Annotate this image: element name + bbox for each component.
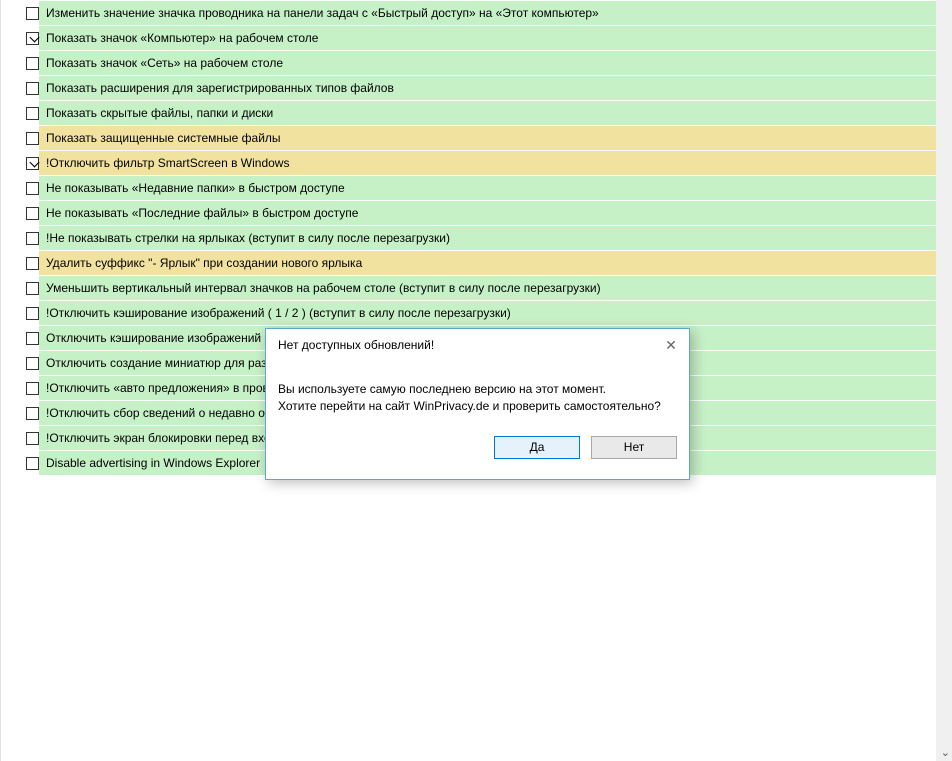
scrollbar-track[interactable] — [936, 0, 952, 761]
option-row: !Отключить фильтр SmartScreen в Windows — [9, 151, 944, 175]
option-checkbox[interactable] — [26, 32, 39, 45]
option-label[interactable]: Показать защищенные системные файлы — [39, 126, 944, 150]
option-row: Показать расширения для зарегистрированн… — [9, 76, 944, 100]
option-checkbox[interactable] — [26, 407, 39, 420]
option-row: Уменьшить вертикальный интервал значков … — [9, 276, 944, 300]
option-label[interactable]: Изменить значение значка проводника на п… — [39, 1, 944, 25]
option-checkbox[interactable] — [26, 382, 39, 395]
option-row: !Отключить кэширование изображений ( 1 /… — [9, 301, 944, 325]
dialog-title-text: Нет доступных обновлений! — [278, 338, 434, 352]
option-checkbox[interactable] — [26, 282, 39, 295]
option-label[interactable]: Показать расширения для зарегистрированн… — [39, 76, 944, 100]
option-label[interactable]: Уменьшить вертикальный интервал значков … — [39, 276, 944, 300]
option-label[interactable]: Удалить суффикс "- Ярлык" при создании н… — [39, 251, 944, 275]
option-checkbox[interactable] — [26, 82, 39, 95]
no-button[interactable]: Нет — [591, 436, 677, 459]
dialog-message-line1: Вы используете самую последнею версию на… — [278, 381, 677, 398]
dialog-body: Вы используете самую последнею версию на… — [266, 359, 689, 426]
option-row: Не показывать «Недавние папки» в быстром… — [9, 176, 944, 200]
option-checkbox[interactable] — [26, 357, 39, 370]
option-checkbox[interactable] — [26, 182, 39, 195]
option-checkbox[interactable] — [26, 232, 39, 245]
option-row: Не показывать «Последние файлы» в быстро… — [9, 201, 944, 225]
option-row: Удалить суффикс "- Ярлык" при создании н… — [9, 251, 944, 275]
option-row: Показать значок «Компьютер» на рабочем с… — [9, 26, 944, 50]
option-checkbox[interactable] — [26, 107, 39, 120]
option-label[interactable]: Не показывать «Недавние папки» в быстром… — [39, 176, 944, 200]
option-row: Изменить значение значка проводника на п… — [9, 1, 944, 25]
option-checkbox[interactable] — [26, 307, 39, 320]
option-checkbox[interactable] — [26, 457, 39, 470]
option-row: Показать защищенные системные файлы — [9, 126, 944, 150]
option-checkbox[interactable] — [26, 7, 39, 20]
update-dialog: Нет доступных обновлений! ✕ Вы используе… — [265, 328, 690, 480]
option-row: Показать значок «Сеть» на рабочем столе — [9, 51, 944, 75]
option-checkbox[interactable] — [26, 57, 39, 70]
option-label[interactable]: !Не показывать стрелки на ярлыках (вступ… — [39, 226, 944, 250]
option-checkbox[interactable] — [26, 332, 39, 345]
option-checkbox[interactable] — [26, 207, 39, 220]
yes-button[interactable]: Да — [494, 436, 580, 459]
dialog-titlebar: Нет доступных обновлений! ✕ — [266, 329, 689, 359]
option-label[interactable]: Показать значок «Компьютер» на рабочем с… — [39, 26, 944, 50]
dialog-button-row: Да Нет — [266, 426, 689, 471]
option-row: Показать скрытые файлы, папки и диски — [9, 101, 944, 125]
option-row: !Не показывать стрелки на ярлыках (вступ… — [9, 226, 944, 250]
option-label[interactable]: !Отключить кэширование изображений ( 1 /… — [39, 301, 944, 325]
dialog-message-line2: Хотите перейти на сайт WinPrivacy.de и п… — [278, 398, 677, 415]
close-icon[interactable]: ✕ — [661, 335, 681, 355]
option-label[interactable]: !Отключить фильтр SmartScreen в Windows — [39, 151, 944, 175]
option-checkbox[interactable] — [26, 432, 39, 445]
option-checkbox[interactable] — [26, 157, 39, 170]
option-label[interactable]: Показать скрытые файлы, папки и диски — [39, 101, 944, 125]
option-checkbox[interactable] — [26, 257, 39, 270]
option-label[interactable]: Показать значок «Сеть» на рабочем столе — [39, 51, 944, 75]
option-label[interactable]: Не показывать «Последние файлы» в быстро… — [39, 201, 944, 225]
option-checkbox[interactable] — [26, 132, 39, 145]
